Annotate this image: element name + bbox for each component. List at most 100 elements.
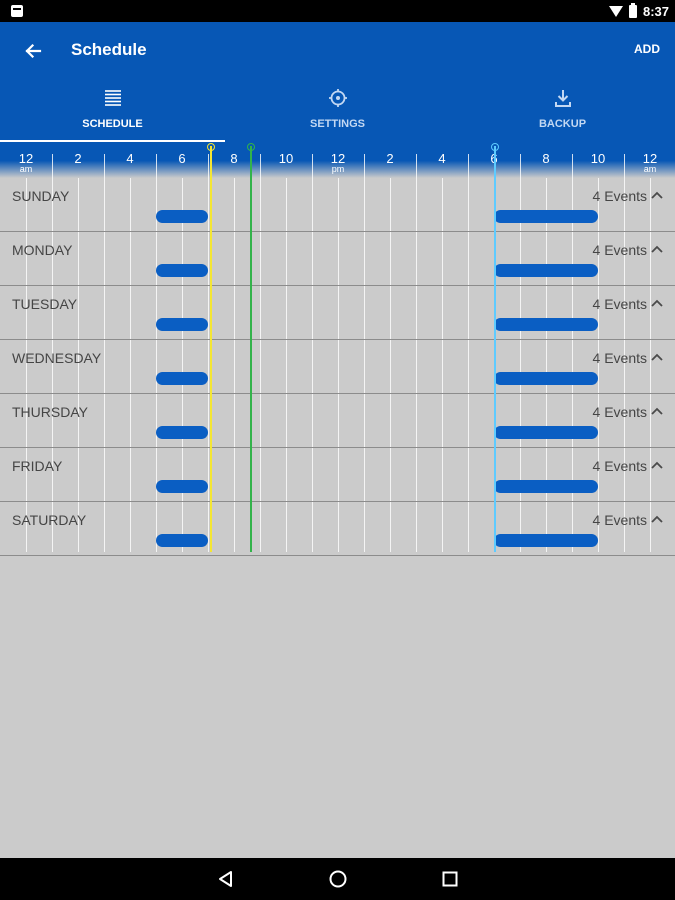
add-button[interactable]: ADD: [634, 42, 660, 56]
timeline-tick-label: 6: [167, 152, 197, 165]
wifi-icon: [608, 6, 623, 17]
chevron-up-icon[interactable]: [649, 457, 665, 473]
tick-hour: 8: [230, 151, 238, 166]
event-count: 4 Events: [592, 512, 647, 528]
tick-hour: 4: [126, 151, 134, 166]
tab-settings-label: SETTINGS: [309, 118, 365, 130]
day-row-saturday[interactable]: SATURDAY 4 Events: [0, 502, 675, 556]
timeline-tick-label: 12 pm: [323, 152, 353, 174]
chevron-up-icon[interactable]: [649, 295, 665, 311]
event-bar[interactable]: [156, 264, 208, 277]
status-bar: 8:37: [0, 0, 675, 22]
tick-hour: 2: [74, 151, 82, 166]
sunset-marker: [494, 146, 497, 552]
event-bar[interactable]: [156, 534, 208, 547]
event-count: 4 Events: [592, 458, 647, 474]
back-triangle-icon[interactable]: [214, 867, 238, 891]
arrow-left-icon: [25, 43, 42, 59]
day-row-tuesday[interactable]: TUESDAY 4 Events: [0, 286, 675, 340]
back-button[interactable]: [18, 36, 48, 66]
event-count: 4 Events: [592, 296, 647, 312]
day-row-thursday[interactable]: THURSDAY 4 Events: [0, 394, 675, 448]
timeline-tick-line: [104, 154, 105, 178]
status-right: 8:37: [608, 0, 669, 22]
timeline-tick-line: [572, 154, 573, 178]
tab-bar: SCHEDULE SETTINGS BACKUP: [0, 82, 675, 142]
timeline-tick-label: 10: [583, 152, 613, 165]
day-row-friday[interactable]: FRIDAY 4 Events: [0, 448, 675, 502]
timeline-tick-line: [52, 154, 53, 178]
chevron-up-icon[interactable]: [649, 241, 665, 257]
target-icon: [328, 89, 347, 107]
tab-schedule-label: SCHEDULE: [82, 118, 143, 130]
sunrise-marker-icon: [206, 143, 215, 151]
event-bar[interactable]: [156, 426, 208, 439]
tab-settings[interactable]: SETTINGS: [225, 82, 450, 142]
event-bar[interactable]: [494, 480, 598, 493]
timeline-tick-line: [156, 154, 157, 178]
timeline-tick-label: 10: [271, 152, 301, 165]
current-time-marker: [249, 146, 252, 552]
system-nav-bar: [0, 858, 675, 900]
day-row-wednesday[interactable]: WEDNESDAY 4 Events: [0, 340, 675, 394]
event-bar[interactable]: [494, 426, 598, 439]
timeline-tick-label: 2: [375, 152, 405, 165]
tick-meridiem: am: [643, 164, 657, 174]
tab-backup[interactable]: BACKUP: [450, 82, 675, 142]
event-count: 4 Events: [592, 350, 647, 366]
day-row-sunday[interactable]: SUNDAY 4 Events: [0, 178, 675, 232]
day-name: MONDAY: [12, 242, 73, 258]
event-bar[interactable]: [156, 210, 208, 223]
timeline-tick-label: 4: [115, 152, 145, 165]
page-title: Schedule: [71, 40, 147, 59]
battery-icon: [628, 2, 637, 18]
timeline-tick-label: 12 am: [635, 152, 665, 174]
tick-hour: 10: [278, 151, 294, 166]
app-bar: Schedule ADD: [0, 22, 675, 82]
timeline-tick-line: [364, 154, 365, 178]
day-name: SATURDAY: [12, 512, 87, 528]
home-circle-icon[interactable]: [326, 867, 350, 891]
status-time: 8:37: [642, 3, 669, 19]
timeline-header: 12am24681012pm24681012am: [0, 142, 675, 178]
day-name: SUNDAY: [12, 188, 70, 204]
tick-hour: 8: [542, 151, 550, 166]
event-bar[interactable]: [494, 372, 598, 385]
chevron-up-icon[interactable]: [649, 511, 665, 527]
timeline-tick-line: [624, 154, 625, 178]
event-bar[interactable]: [494, 264, 598, 277]
tick-hour: 2: [386, 151, 394, 166]
notification-icon: [11, 5, 23, 17]
event-bar[interactable]: [156, 480, 208, 493]
event-bar[interactable]: [494, 534, 598, 547]
download-icon: [554, 90, 571, 107]
schedule-grid: SUNDAY 4 Events MONDAY 4 Events TUESDAY 4 Eve…: [0, 178, 675, 556]
chevron-up-icon[interactable]: [649, 187, 665, 203]
event-bar[interactable]: [156, 372, 208, 385]
recents-square-icon[interactable]: [438, 867, 462, 891]
timeline-tick-line: [416, 154, 417, 178]
timeline-tick-line: [260, 154, 261, 178]
day-row-monday[interactable]: MONDAY 4 Events: [0, 232, 675, 286]
event-count: 4 Events: [592, 188, 647, 204]
tab-schedule[interactable]: SCHEDULE: [0, 82, 225, 142]
event-bar[interactable]: [494, 210, 598, 223]
list-icon: [104, 90, 121, 106]
tick-meridiem: pm: [331, 164, 345, 174]
empty-area: [0, 552, 675, 858]
current-time-marker-icon: [246, 143, 255, 151]
event-bar[interactable]: [156, 318, 208, 331]
day-name: FRIDAY: [12, 458, 63, 474]
timeline-tick-line: [468, 154, 469, 178]
timeline-tick-label: 2: [63, 152, 93, 165]
chevron-up-icon[interactable]: [649, 403, 665, 419]
day-name: TUESDAY: [12, 296, 78, 312]
event-bar[interactable]: [494, 318, 598, 331]
tick-hour: 6: [178, 151, 186, 166]
sunrise-marker: [209, 146, 212, 552]
event-count: 4 Events: [592, 242, 647, 258]
day-name: THURSDAY: [12, 404, 88, 420]
chevron-up-icon[interactable]: [649, 349, 665, 365]
tab-backup-label: BACKUP: [538, 118, 587, 130]
event-count: 4 Events: [592, 404, 647, 420]
